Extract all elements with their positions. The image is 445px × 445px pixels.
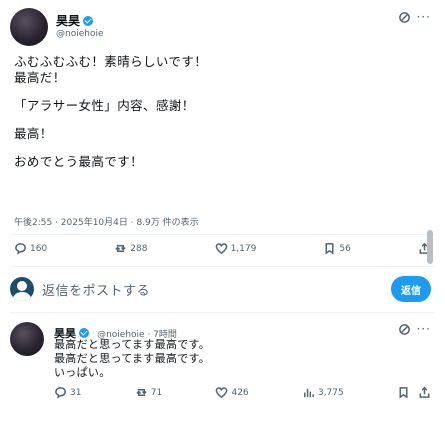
retweet-action[interactable]: 288	[114, 242, 147, 255]
heart-icon	[216, 387, 228, 399]
more-horizontal-icon[interactable]: ···	[417, 10, 431, 24]
bookmark-icon	[325, 243, 334, 255]
reply-reply-count: 31	[70, 387, 82, 398]
verified-badge-icon	[83, 15, 94, 26]
reply-bookmark-share	[397, 386, 431, 399]
reply-text-line: いっぱい。	[54, 366, 111, 379]
reply-like-count: 426	[231, 387, 249, 398]
post-actions: 160 288 1,179 56	[14, 242, 431, 255]
post-toolbar: ···	[398, 10, 431, 24]
author-avatar[interactable]	[10, 8, 48, 46]
bookmark-action[interactable]: 56	[323, 242, 351, 255]
reply-text-line: 最高だと思ってます最高です。	[54, 338, 210, 351]
post-text: ふむふむふむ！素晴らしいです！ 最高だ！ 「アラサー女性」内容、感謝！ 最高！ …	[14, 54, 414, 170]
bookmark-count: 56	[339, 243, 351, 254]
bar-chart-icon	[303, 388, 314, 398]
post-text-line: ふむふむふむ！素晴らしいです！	[14, 54, 208, 69]
post-text-line: おめでとう最高です！	[14, 154, 144, 169]
comment-bubble-icon	[55, 387, 66, 399]
heart-icon	[215, 243, 227, 255]
verified-badge-icon	[79, 327, 89, 338]
more-horizontal-icon[interactable]: ···	[417, 322, 431, 336]
post-text-line: 最高！	[14, 126, 53, 141]
reply-retweet-count: 71	[150, 387, 163, 398]
reply-submit-button[interactable]: 返信	[391, 276, 431, 302]
author-handle[interactable]: @noiehoie	[56, 29, 104, 39]
grok-icon[interactable]	[398, 11, 411, 24]
post-text-line: 「アラサー女性」内容、感謝！	[14, 98, 195, 113]
grok-icon[interactable]	[398, 323, 411, 336]
reply-like-action[interactable]: 426	[215, 386, 249, 399]
reply-composer: 返信をポストする 返信	[10, 276, 431, 302]
divider	[10, 266, 435, 267]
reply-input[interactable]: 返信をポストする	[42, 280, 391, 299]
comment-bubble-icon	[15, 243, 26, 255]
bookmark-icon[interactable]	[397, 386, 410, 399]
reply-toolbar: ···	[398, 322, 431, 336]
reply-author-avatar[interactable]	[10, 322, 44, 356]
reply-reply-action[interactable]: 31	[54, 386, 81, 399]
retweet-arrows-icon	[136, 388, 147, 397]
reply-action[interactable]: 160	[14, 242, 47, 255]
like-count: 1,179	[230, 243, 257, 254]
reply-views-action[interactable]: 3,775	[302, 386, 344, 399]
reply-views-count: 3,775	[317, 387, 344, 398]
reply-count: 160	[30, 243, 48, 254]
like-action[interactable]: 1,179	[215, 242, 257, 255]
author-name[interactable]: 昊昊	[56, 14, 80, 28]
share-upload-icon[interactable]	[418, 386, 431, 399]
reply-text: 最高だと思ってます最高です。 最高だと思ってます最高です。 いっぱい。	[54, 338, 394, 380]
current-user-avatar[interactable]	[10, 277, 34, 301]
reply-text-line: 最高だと思ってます最高です。	[54, 352, 210, 365]
reply-retweet-action[interactable]: 71	[135, 386, 162, 399]
post-timestamp[interactable]: 午後2:55 · 2025年10月4日 · 8.9万 件の表示	[14, 215, 199, 228]
divider	[10, 312, 435, 313]
divider	[10, 234, 435, 235]
retweet-count: 288	[130, 243, 148, 254]
retweet-arrows-icon	[115, 244, 126, 253]
reply-actions: 31 71 426 3,775	[54, 386, 431, 399]
post-text-line: 最高だ！	[14, 70, 66, 85]
scrollbar-thumb[interactable]	[427, 230, 433, 264]
author-block: 昊昊 @noiehoie	[56, 10, 104, 39]
